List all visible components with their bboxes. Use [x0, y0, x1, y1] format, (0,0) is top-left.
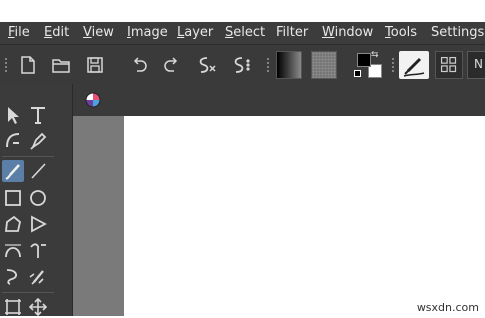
menu-tools[interactable]: Tools — [385, 25, 417, 41]
select-shapes-tool[interactable] — [2, 104, 24, 126]
ellipse-tool[interactable] — [27, 187, 49, 209]
multibrush-tool[interactable] — [27, 265, 49, 287]
dynamic-brush-tool[interactable] — [2, 265, 24, 287]
toolbox — [0, 84, 73, 318]
open-folder-icon[interactable] — [49, 53, 73, 77]
erase-path-icon[interactable] — [194, 53, 218, 77]
redo-icon[interactable] — [160, 53, 184, 77]
new-document-icon[interactable] — [16, 53, 40, 77]
crop-tool[interactable] — [2, 296, 24, 318]
polygon-tool[interactable] — [2, 213, 24, 235]
undo-icon[interactable] — [127, 53, 151, 77]
menu-edit[interactable]: Edit — [44, 25, 69, 41]
swap-colors-icon[interactable]: ⇆ — [371, 51, 379, 60]
move-tool[interactable] — [27, 296, 49, 318]
menu-image[interactable]: Image — [127, 25, 168, 41]
symmetry-icon[interactable] — [229, 53, 253, 77]
menu-filter[interactable]: Filter — [276, 25, 308, 41]
gradient-selector[interactable] — [276, 51, 302, 79]
freehand-path-tool[interactable] — [27, 239, 49, 261]
foreground-color-fill — [357, 53, 371, 67]
toolbox-separator — [2, 156, 54, 157]
document-tab-strip — [73, 84, 485, 116]
menu-file[interactable]: File — [8, 25, 30, 41]
watermark-text: wsxdn.com — [416, 301, 479, 314]
freehand-brush-tool[interactable] — [2, 160, 24, 182]
title-bar — [0, 0, 485, 22]
text-tool[interactable] — [27, 104, 49, 126]
pattern-selector[interactable] — [311, 51, 337, 79]
menu-layer[interactable]: Layer — [177, 25, 213, 41]
edit-shapes-tool[interactable] — [2, 129, 24, 151]
rectangle-tool[interactable] — [2, 187, 24, 209]
brush-stroke-icon — [403, 57, 425, 77]
calligraphy-tool[interactable] — [27, 129, 49, 151]
toolbar-grip[interactable] — [391, 57, 395, 73]
polyline-tool[interactable] — [27, 213, 49, 235]
brush-presets-button[interactable] — [399, 51, 429, 79]
wraparound-mode-button[interactable] — [435, 51, 463, 79]
main-toolbar: ⇆ N — [0, 44, 485, 84]
color-selector[interactable]: ⇆ — [352, 51, 382, 81]
reset-colors-icon[interactable] — [354, 70, 361, 77]
line-tool[interactable] — [27, 160, 49, 182]
toolbar-grip[interactable] — [266, 57, 270, 73]
canvas-area[interactable] — [73, 116, 485, 316]
document-tab-icon[interactable] — [85, 92, 101, 108]
menu-settings[interactable]: Settings — [431, 25, 484, 41]
bezier-curve-tool[interactable] — [2, 239, 24, 261]
menu-window[interactable]: Window — [322, 25, 373, 41]
blend-mode-field[interactable]: N — [467, 51, 485, 79]
save-icon[interactable] — [83, 53, 107, 77]
toolbox-separator — [2, 292, 54, 293]
canvas-document[interactable] — [124, 116, 485, 316]
menu-select[interactable]: Select — [225, 25, 265, 41]
menu-bar: File Edit View Image Layer Select Filter… — [0, 22, 485, 44]
toolbar-grip[interactable] — [4, 57, 8, 73]
menu-view[interactable]: View — [83, 25, 114, 41]
grid-icon — [440, 56, 457, 73]
